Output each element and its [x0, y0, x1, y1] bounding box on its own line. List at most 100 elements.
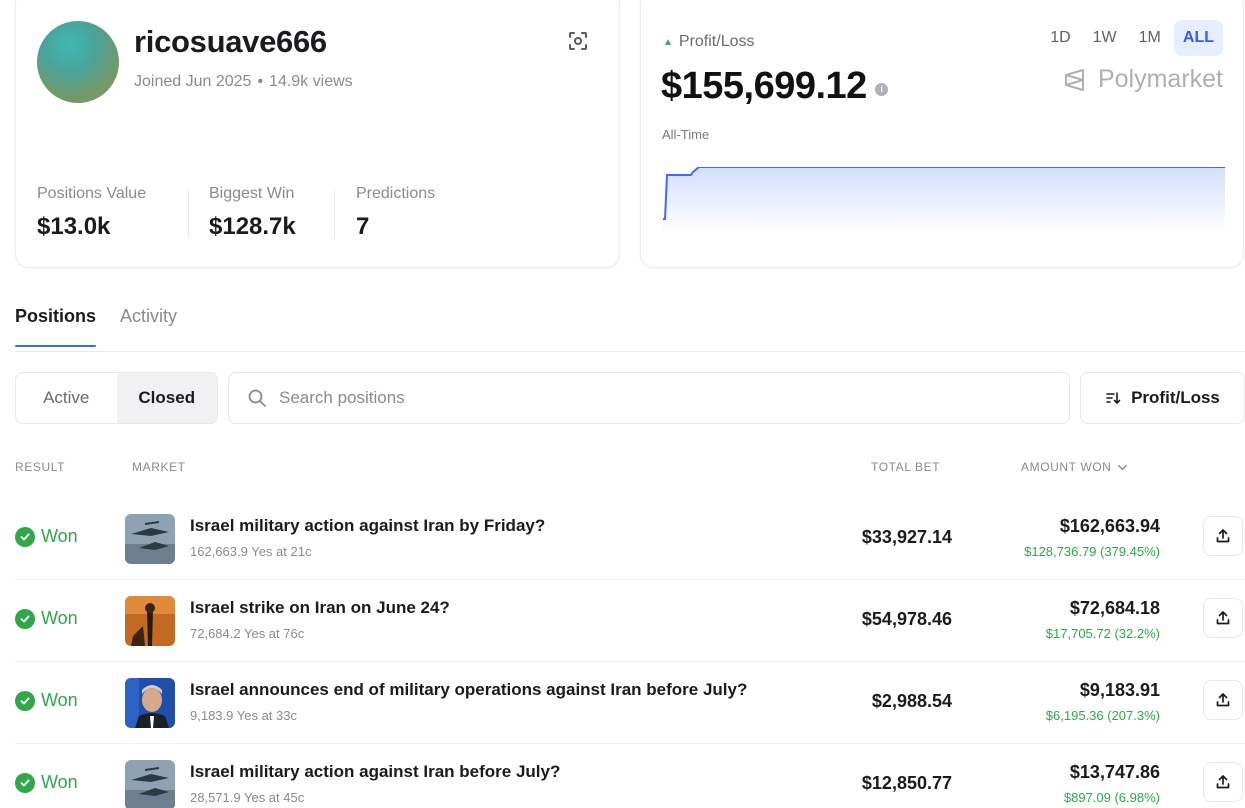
search-box [228, 372, 1070, 424]
market-position: 162,663.9 Yes at 21c [190, 544, 312, 559]
share-icon [1216, 611, 1230, 625]
table-row[interactable]: Won Israel announces end of military ope… [15, 662, 1245, 744]
closed-filter-button[interactable]: Closed [116, 373, 217, 423]
profit-gain: $897.09 (6.98%) [1063, 790, 1160, 805]
result-label: Won [41, 526, 78, 546]
range-tab-1d[interactable]: 1D [1041, 20, 1079, 56]
result-badge: Won [15, 608, 78, 629]
total-bet: $12,850.77 [861, 773, 952, 793]
stat-divider [188, 189, 189, 237]
stat-label: Biggest Win [209, 185, 295, 202]
profit-gain: $17,705.72 (32.2%) [1045, 626, 1160, 641]
check-circle-icon [15, 690, 35, 711]
amount-won: $72,684.18 [1069, 598, 1160, 618]
table-row[interactable]: Won Israel military action against Iran … [15, 744, 1245, 808]
market-thumbnail [125, 596, 175, 646]
header-amount-won[interactable]: AMOUNT WON [1021, 460, 1128, 474]
header-amount-won-label: AMOUNT WON [1021, 460, 1112, 474]
pnl-label: ▲ Profit/Loss [663, 33, 755, 51]
header-total-bet[interactable]: TOTAL BET [871, 460, 940, 474]
market-title[interactable]: Israel announces end of military operati… [190, 680, 747, 700]
total-bet: $33,927.14 [861, 527, 952, 547]
tab-positions[interactable]: Positions [15, 306, 97, 347]
table-row[interactable]: Won Israel strike on Iran on June 24? 72… [15, 580, 1245, 662]
result-badge: Won [15, 690, 78, 711]
username: ricosuave666 [134, 24, 327, 59]
stat-value: $13.0k [37, 213, 111, 240]
market-position: 28,571.9 Yes at 45c [190, 790, 305, 805]
range-tabs: 1D 1W 1M ALL [1041, 20, 1223, 56]
total-bet: $54,978.46 [861, 609, 952, 629]
profit-gain: $128,736.79 (379.45%) [1024, 544, 1160, 559]
market-title[interactable]: Israel strike on Iran on June 24? [190, 598, 450, 618]
stat-divider [334, 189, 335, 237]
share-icon [1216, 529, 1230, 543]
market-position: 9,183.9 Yes at 33c [190, 708, 297, 723]
stat-biggest-win: Biggest Win $128.7k [209, 185, 296, 241]
share-button[interactable] [1203, 598, 1243, 638]
header-result[interactable]: RESULT [15, 460, 65, 474]
stat-value: $128.7k [209, 213, 296, 240]
market-position: 72,684.2 Yes at 76c [190, 626, 305, 641]
chevron-down-icon [1118, 464, 1128, 470]
pnl-chart [663, 167, 1225, 233]
joined-date: Joined Jun 2025 [134, 73, 252, 90]
brand-logo: Polymarket [1062, 65, 1223, 94]
profile-meta: Joined Jun 2025 • 14.9k views [134, 73, 353, 91]
market-title[interactable]: Israel military action against Iran befo… [190, 762, 560, 782]
market-thumbnail [125, 678, 175, 728]
range-tab-1m[interactable]: 1M [1130, 20, 1170, 56]
main-tabs: Positions Activity [15, 306, 177, 347]
market-title[interactable]: Israel military action against Iran by F… [190, 516, 545, 536]
tabs-divider [15, 351, 1245, 352]
check-circle-icon [15, 608, 35, 629]
share-button[interactable] [1203, 516, 1243, 556]
sort-button[interactable]: Profit/Loss [1080, 372, 1245, 424]
tab-activity[interactable]: Activity [120, 306, 177, 347]
range-tab-1w[interactable]: 1W [1084, 20, 1126, 56]
result-label: Won [41, 690, 78, 710]
share-icon [1216, 693, 1230, 707]
pnl-period: All-Time [662, 127, 710, 142]
amount-won: $162,663.94 [1059, 516, 1160, 536]
search-input[interactable] [279, 388, 1039, 408]
stat-predictions: Predictions 7 [356, 185, 435, 241]
range-tab-all[interactable]: ALL [1173, 20, 1223, 56]
scan-icon[interactable] [566, 29, 590, 53]
active-filter-button[interactable]: Active [16, 373, 117, 423]
polymarket-icon [1064, 68, 1084, 91]
stat-value: 7 [356, 213, 370, 240]
stat-positions-value: Positions Value $13.0k [37, 185, 146, 241]
sort-icon [1106, 392, 1121, 405]
amount-won: $9,183.91 [1079, 680, 1160, 700]
result-badge: Won [15, 526, 78, 547]
table-row[interactable]: Won Israel military action against Iran … [15, 498, 1245, 580]
view-count: 14.9k views [269, 73, 353, 90]
share-button[interactable] [1203, 680, 1243, 720]
check-circle-icon [15, 526, 35, 547]
sort-label: Profit/Loss [1131, 388, 1220, 407]
check-circle-icon [15, 772, 35, 793]
stat-label: Positions Value [37, 185, 147, 202]
share-button[interactable] [1203, 762, 1243, 802]
total-bet: $2,988.54 [871, 691, 952, 711]
profile-card: ricosuave666 Joined Jun 2025 • 14.9k views… [15, 0, 620, 268]
brand-name: Polymarket [1097, 65, 1223, 93]
stat-label: Predictions [356, 185, 436, 202]
avatar[interactable] [37, 21, 119, 103]
profit-gain: $6,195.36 (207.3%) [1045, 708, 1160, 723]
market-thumbnail [125, 760, 175, 808]
pnl-chart-area [663, 167, 1225, 233]
amount-won: $13,747.86 [1069, 762, 1160, 782]
pnl-label-text: Profit/Loss [678, 33, 755, 50]
profit-loss-card: ▲ Profit/Loss $155,699.12 i All-Time 1D … [640, 0, 1244, 268]
search-icon [248, 389, 266, 407]
position-status-toggle: Active Closed [15, 372, 218, 424]
result-badge: Won [15, 772, 78, 793]
result-label: Won [41, 772, 78, 792]
header-market[interactable]: MARKET [132, 460, 186, 474]
info-icon[interactable]: i [874, 83, 888, 96]
up-triangle-icon: ▲ [663, 36, 673, 48]
separator-dot: • [257, 73, 264, 90]
result-label: Won [41, 608, 78, 628]
